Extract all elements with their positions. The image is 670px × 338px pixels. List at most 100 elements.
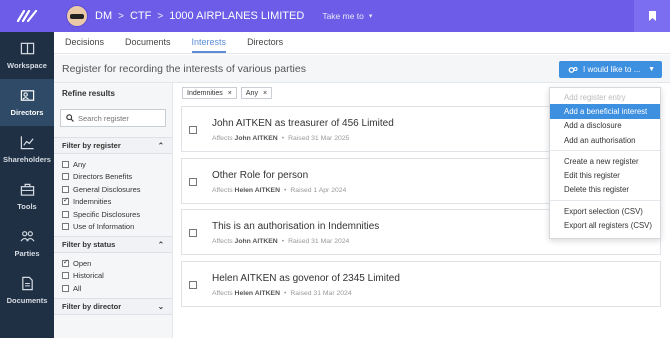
rail-item-documents[interactable]: Documents	[0, 267, 54, 314]
entry-title[interactable]: Helen AITKEN as govenor of 2345 Limited	[212, 273, 400, 284]
close-icon[interactable]: ×	[263, 90, 267, 97]
menu-item-add-register-entry: Add register entry	[564, 92, 626, 102]
tab-decisions[interactable]: Decisions	[65, 37, 104, 53]
breadcrumb-ctf[interactable]: CTF	[130, 10, 151, 22]
chevron-up-icon: ⌃	[157, 141, 164, 150]
rail-item-directors[interactable]: Directors	[0, 79, 54, 126]
tab-directors[interactable]: Directors	[247, 37, 283, 53]
entry-title[interactable]: Other Role for person	[212, 170, 308, 181]
rail-label: Parties	[14, 249, 40, 258]
list-item[interactable]: Helen AITKEN as govenor of 2345 Limited …	[181, 260, 661, 307]
menu-item-create-register[interactable]: Create a new register	[550, 154, 660, 168]
logo-icon	[16, 10, 38, 22]
status-option-historical[interactable]: Historical	[62, 270, 172, 283]
active-filters: Indemnities × Any ×	[182, 87, 276, 99]
status-option-open[interactable]: Open	[62, 257, 172, 270]
chart-icon	[20, 136, 34, 150]
entry-meta: Affects John AITKEN • Raised 31 Mar 2024	[212, 238, 350, 245]
tab-documents[interactable]: Documents	[125, 37, 171, 53]
affected-person: John AITKEN	[234, 135, 278, 142]
rail-item-tools[interactable]: Tools	[0, 173, 54, 220]
chevron-right-icon: >	[118, 10, 124, 22]
menu-item-edit-register[interactable]: Edit this register	[550, 168, 660, 182]
menu-item-add-beneficial-interest[interactable]: Add a beneficial interest	[550, 104, 660, 119]
page-header: Register for recording the interests of …	[54, 55, 670, 83]
avatar[interactable]	[66, 5, 88, 27]
entry-title[interactable]: John AITKEN as treasurer of 456 Limited	[212, 118, 394, 129]
gear-icon	[568, 66, 578, 73]
tab-bar: Decisions Documents Interests Directors	[54, 32, 670, 54]
row-checkbox[interactable]	[189, 177, 197, 186]
checkbox[interactable]	[62, 210, 69, 218]
option-label: Open	[73, 258, 92, 268]
row-checkbox[interactable]	[189, 280, 197, 289]
checkbox[interactable]	[62, 185, 69, 193]
row-checkbox[interactable]	[189, 126, 197, 134]
row-checkbox[interactable]	[189, 229, 197, 237]
entry-title[interactable]: This is an authorisation in Indemnities	[212, 221, 379, 232]
menu-item-export-all[interactable]: Export all registers (CSV)	[550, 218, 660, 232]
register-option-any[interactable]: Any	[62, 158, 172, 171]
take-me-to-dropdown[interactable]: Take me to ▾	[322, 11, 372, 21]
filter-by-register-header[interactable]: Filter by register ⌃	[54, 138, 172, 154]
close-icon[interactable]: ×	[228, 90, 232, 97]
chip-label: Indemnities	[187, 89, 223, 97]
rail-item-workspace[interactable]: Workspace	[0, 32, 54, 79]
app-logo[interactable]	[0, 0, 54, 32]
status-option-all[interactable]: All	[62, 282, 172, 295]
affects-label: Affects	[212, 238, 233, 245]
rail-item-shareholders[interactable]: Shareholders	[0, 126, 54, 173]
breadcrumb-dm[interactable]: DM	[95, 10, 112, 22]
checkbox[interactable]	[62, 272, 69, 280]
checkbox-checked[interactable]	[62, 196, 69, 206]
bookmark-icon	[648, 11, 656, 21]
register-option-directors-benefits[interactable]: Directors Benefits	[62, 171, 172, 184]
section-title: Filter by director	[62, 301, 122, 311]
entry-meta: Affects Helen AITKEN • Raised 1 Apr 2024	[212, 186, 347, 194]
chevron-right-icon: >	[157, 10, 164, 22]
menu-item-add-disclosure[interactable]: Add a disclosure	[550, 119, 660, 133]
register-option-specific-disclosures[interactable]: Specific Disclosures	[62, 208, 172, 221]
checkbox[interactable]	[62, 223, 69, 231]
chevron-down-icon: ⌄	[157, 301, 164, 311]
menu-item-delete-register[interactable]: Delete this register	[550, 183, 660, 197]
bookmark-button[interactable]	[634, 0, 670, 32]
chip-label: Any	[245, 89, 258, 97]
tab-interests[interactable]: Interests	[191, 37, 227, 53]
checkbox[interactable]	[62, 173, 69, 181]
option-label: All	[73, 283, 82, 293]
menu-item-add-authorisation[interactable]: Add an authorisation	[550, 133, 660, 147]
action-label: I would like to ...	[583, 65, 641, 74]
menu-item-export-selection[interactable]: Export selection (CSV)	[550, 204, 660, 218]
register-option-indemnities[interactable]: Indemnities	[62, 196, 172, 209]
document-icon	[21, 276, 33, 291]
i-would-like-to-button[interactable]: I would like to ... ▼	[559, 61, 662, 78]
search-box[interactable]	[60, 109, 166, 127]
checkbox[interactable]	[62, 160, 69, 168]
search-input[interactable]	[78, 113, 158, 123]
breadcrumb-company[interactable]: 1000 AIRPLANES LIMITED	[169, 10, 304, 22]
search-icon	[66, 114, 74, 122]
register-option-use-of-information[interactable]: Use of Information	[62, 221, 172, 234]
rail-label: Directors	[10, 108, 44, 117]
rail-label: Workspace	[7, 61, 47, 70]
chevron-down-icon: ▾	[368, 13, 373, 20]
toolbox-icon	[20, 183, 34, 196]
affects-label: Affects	[212, 289, 233, 297]
option-label: Directors Benefits	[73, 172, 133, 182]
raised-date: Raised 1 Apr 2024	[290, 186, 347, 194]
checkbox-checked[interactable]	[62, 258, 69, 267]
rail-item-parties[interactable]: Parties	[0, 220, 54, 267]
breadcrumb: DM > CTF > 1000 AIRPLANES LIMITED	[95, 10, 304, 22]
filter-by-status-header[interactable]: Filter by status ⌃	[54, 237, 172, 253]
section-title: Filter by status	[62, 240, 116, 249]
action-dropdown-menu: Add register entry Add a beneficial inte…	[549, 87, 661, 239]
raised-date: Raised 31 Mar 2024	[290, 289, 352, 297]
register-option-general-disclosures[interactable]: General Disclosures	[62, 183, 172, 196]
filter-chip[interactable]: Any ×	[240, 87, 273, 99]
people-icon	[19, 231, 35, 242]
chevron-up-icon: ⌃	[157, 240, 164, 249]
filter-by-director-header[interactable]: Filter by director ⌄	[54, 298, 172, 315]
checkbox[interactable]	[62, 284, 69, 292]
filter-chip[interactable]: Indemnities ×	[182, 87, 237, 99]
